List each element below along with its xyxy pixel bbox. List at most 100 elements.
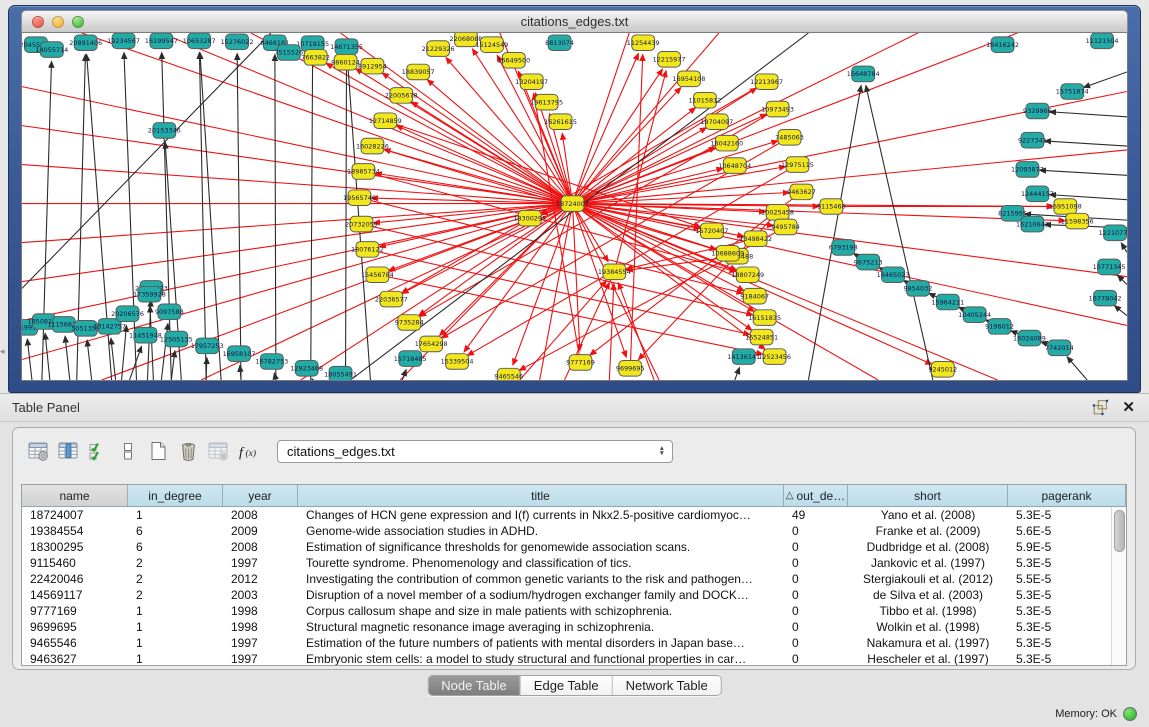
- graph-node[interactable]: 8813074: [545, 35, 574, 51]
- graph-node[interactable]: 7485063: [775, 129, 804, 145]
- cell-title[interactable]: Genome-wide association studies in ADHD.: [298, 523, 784, 539]
- column-header-in_degree[interactable]: in_degree: [128, 485, 223, 506]
- graph-node[interactable]: 15524851: [745, 329, 778, 345]
- cell-name[interactable]: 9465546: [22, 635, 128, 651]
- cell-out_degree[interactable]: 0: [784, 603, 848, 619]
- float-panel-icon[interactable]: [1091, 398, 1110, 417]
- column-header-title[interactable]: title: [298, 485, 784, 506]
- cell-year[interactable]: 1997: [223, 635, 298, 651]
- delete-column-icon[interactable]: [173, 437, 203, 465]
- graph-node[interactable]: 19613795: [530, 94, 563, 110]
- graph-node[interactable]: 9463627: [787, 184, 816, 200]
- graph-edge[interactable]: [1121, 243, 1127, 252]
- cell-in_degree[interactable]: 1: [128, 507, 223, 523]
- cell-pagerank[interactable]: 5.9E-5: [1008, 539, 1111, 555]
- cell-in_degree[interactable]: 2: [128, 571, 223, 587]
- close-window-icon[interactable]: [32, 16, 44, 28]
- table-row[interactable]: 946362711997Embryonic stem cells: a mode…: [22, 651, 1111, 666]
- minimize-window-icon[interactable]: [52, 16, 64, 28]
- graph-edge[interactable]: [1067, 357, 1087, 380]
- graph-edge[interactable]: [237, 53, 241, 380]
- graph-edge[interactable]: [102, 204, 573, 380]
- cell-pagerank[interactable]: 5.6E-5: [1008, 523, 1111, 539]
- cell-short[interactable]: Dudbridge et al. (2008): [848, 539, 1008, 555]
- table-row[interactable]: 1456911722003Disruption of a novel membe…: [22, 587, 1111, 603]
- graph-node[interactable]: 16782753: [255, 354, 288, 370]
- graph-node[interactable]: 12215977: [653, 52, 686, 68]
- graph-node[interactable]: 6793198: [829, 240, 858, 256]
- table-row[interactable]: 946554611997Estimation of the future num…: [22, 635, 1111, 651]
- column-header-out_degree[interactable]: △out_de…: [784, 485, 848, 506]
- cell-year[interactable]: 1998: [223, 603, 298, 619]
- cell-name[interactable]: 19384554: [22, 523, 128, 539]
- cell-in_degree[interactable]: 2: [128, 555, 223, 571]
- scrollbar-thumb[interactable]: [1114, 510, 1125, 552]
- cell-short[interactable]: Tibbo et al. (1998): [848, 603, 1008, 619]
- graph-node[interactable]: 15339504: [441, 354, 474, 370]
- graph-node[interactable]: 21229326: [422, 41, 455, 57]
- graph-node[interactable]: 10653287: [183, 33, 216, 49]
- graph-edge[interactable]: [311, 55, 313, 380]
- cell-out_degree[interactable]: 0: [784, 651, 848, 666]
- graph-edge[interactable]: [1039, 170, 1127, 175]
- network-graph[interactable]: 1872400718300295212293261883905722005678…: [22, 33, 1127, 380]
- graph-edge[interactable]: [866, 85, 933, 380]
- cell-pagerank[interactable]: 5.5E-5: [1008, 571, 1111, 587]
- cell-out_degree[interactable]: 0: [784, 635, 848, 651]
- graph-edge[interactable]: [808, 85, 861, 380]
- graph-edge[interactable]: [573, 33, 1018, 204]
- table-row[interactable]: 1938455462009Genome-wide association stu…: [22, 523, 1111, 539]
- column-header-name[interactable]: name: [22, 485, 128, 506]
- network-canvas[interactable]: 1872400718300295212293261883905722005678…: [21, 33, 1128, 381]
- graph-edge[interactable]: [573, 204, 660, 380]
- graph-edge[interactable]: [384, 149, 573, 203]
- cell-title[interactable]: Structural magnetic resonance image aver…: [298, 619, 784, 635]
- cell-year[interactable]: 2009: [223, 523, 298, 539]
- graph-node[interactable]: 7515526: [274, 45, 303, 61]
- new-column-icon[interactable]: [143, 437, 173, 465]
- graph-node[interactable]: 9854032: [904, 281, 933, 297]
- cell-in_degree[interactable]: 1: [128, 603, 223, 619]
- memory-indicator[interactable]: [1123, 707, 1137, 721]
- graph-node[interactable]: 18985734: [347, 164, 380, 180]
- graph-node[interactable]: 13498422: [739, 231, 772, 247]
- cell-out_degree[interactable]: 0: [784, 555, 848, 571]
- graph-node[interactable]: 14671355: [330, 39, 363, 55]
- cell-year[interactable]: 1998: [223, 619, 298, 635]
- graph-node[interactable]: 12505135: [160, 331, 193, 347]
- graph-node[interactable]: 9115460: [817, 199, 846, 215]
- close-panel-icon[interactable]: ✕: [1122, 400, 1135, 415]
- graph-node[interactable]: 15276022: [221, 34, 254, 50]
- graph-node[interactable]: 14136141: [727, 349, 760, 365]
- graph-edge[interactable]: [206, 358, 207, 380]
- graph-node[interactable]: 9097588: [155, 304, 184, 320]
- graph-edge[interactable]: [275, 54, 276, 380]
- graph-node[interactable]: 16024089: [1013, 330, 1046, 346]
- graph-node[interactable]: 10025458: [761, 205, 794, 221]
- function-builder-icon[interactable]: f(x): [233, 437, 263, 465]
- graph-node[interactable]: 16151835: [748, 310, 781, 326]
- cell-year[interactable]: 2012: [223, 571, 298, 587]
- cell-year[interactable]: 1997: [223, 555, 298, 571]
- graph-edge[interactable]: [87, 340, 92, 380]
- graph-node[interactable]: 15718485: [394, 351, 427, 367]
- graph-edge[interactable]: [22, 126, 573, 204]
- cell-title[interactable]: Corpus callosum shape and size in male p…: [298, 603, 784, 619]
- cell-pagerank[interactable]: 5.3E-5: [1008, 587, 1111, 603]
- cell-year[interactable]: 1997: [223, 651, 298, 666]
- cell-in_degree[interactable]: 2: [128, 587, 223, 603]
- graph-edge[interactable]: [312, 379, 313, 380]
- graph-node[interactable]: 16954108: [673, 71, 706, 87]
- cell-title[interactable]: Investigating the contribution of common…: [298, 571, 784, 587]
- graph-node[interactable]: 18839057: [402, 64, 435, 80]
- cell-pagerank[interactable]: 5.3E-5: [1008, 635, 1111, 651]
- table-row[interactable]: 969969511998Structural magnetic resonanc…: [22, 619, 1111, 635]
- graph-node[interactable]: 17654298: [415, 336, 448, 352]
- cell-title[interactable]: Estimation of the future numbers of pati…: [298, 635, 784, 651]
- graph-node[interactable]: 9196012: [985, 319, 1014, 335]
- zoom-window-icon[interactable]: [72, 16, 84, 28]
- graph-edge[interactable]: [45, 333, 50, 380]
- cell-name[interactable]: 14569117: [22, 587, 128, 603]
- column-header-year[interactable]: year: [223, 485, 298, 506]
- cell-in_degree[interactable]: 1: [128, 651, 223, 666]
